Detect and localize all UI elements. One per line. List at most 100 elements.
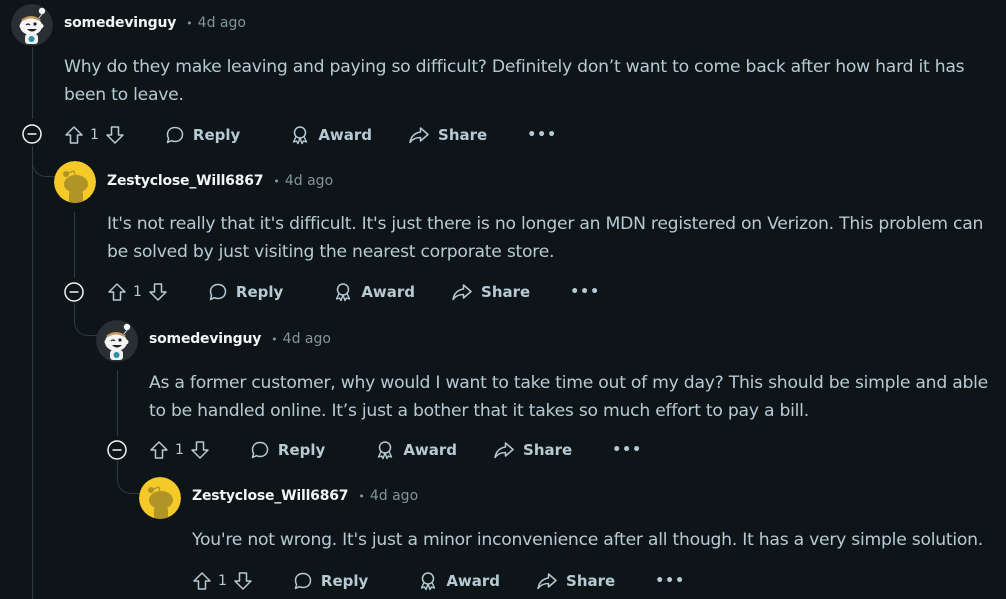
vote-group: 1 — [192, 571, 253, 591]
award-button[interactable]: Award — [290, 125, 372, 145]
author-name[interactable]: somedevinguy — [64, 15, 176, 31]
snoo-avatar-icon — [11, 4, 53, 46]
share-label: Share — [481, 283, 531, 301]
avatar[interactable] — [11, 4, 53, 46]
award-label: Award — [403, 441, 458, 459]
separator: • — [273, 174, 280, 188]
comment-meta: somedevinguy • 4d ago — [64, 15, 246, 31]
thread-line[interactable] — [32, 47, 33, 119]
share-button[interactable]: Share — [493, 440, 572, 460]
award-label: Award — [361, 283, 416, 301]
comment-line: You're not wrong. It's just a minor inco… — [192, 530, 984, 550]
reply-label: Reply — [235, 283, 284, 301]
thread-connector — [32, 146, 55, 177]
award-icon — [378, 441, 393, 460]
award-icon — [336, 283, 351, 302]
vote-group: 1 — [107, 282, 168, 302]
separator: • — [186, 16, 193, 30]
thread-connector — [117, 461, 140, 494]
upvote-icon[interactable] — [107, 282, 127, 302]
award-icon — [293, 126, 308, 145]
collapse-thread-icon[interactable] — [22, 124, 42, 144]
author-name[interactable]: Zestyclose_Will6867 — [107, 173, 264, 189]
share-button[interactable]: Share — [536, 571, 615, 591]
comment-bubble-icon — [209, 283, 227, 301]
thread-line[interactable] — [74, 212, 75, 278]
vote-count: 1 — [90, 127, 99, 143]
reply-label: Reply — [320, 572, 369, 590]
award-label: Award — [446, 572, 501, 590]
comment-meta: Zestyclose_Will6867 • 4d ago — [107, 173, 333, 189]
author-name[interactable]: Zestyclose_Will6867 — [192, 488, 349, 504]
comment-bubble-icon — [251, 441, 269, 459]
comment-actions: 1 Reply Award Share ••• — [107, 279, 600, 305]
more-options-button[interactable]: ••• — [612, 442, 642, 458]
comment-line: Why do they make leaving and paying so d… — [64, 57, 965, 77]
vote-count: 1 — [175, 442, 184, 458]
comment-body: You're not wrong. It's just a minor inco… — [192, 527, 983, 555]
thread-line[interactable] — [32, 146, 33, 599]
comment-actions: 1 Reply Award Share ••• — [192, 568, 685, 594]
vote-group: 1 — [149, 440, 210, 460]
comment-body: It's not really that it's difficult. It'… — [107, 211, 983, 266]
more-options-button[interactable]: ••• — [655, 573, 685, 589]
downvote-icon[interactable] — [233, 571, 253, 591]
vote-group: 1 — [64, 125, 125, 145]
share-button[interactable]: Share — [451, 282, 530, 302]
upvote-icon[interactable] — [149, 440, 169, 460]
timestamp[interactable]: 4d ago — [285, 173, 333, 189]
upvote-icon[interactable] — [192, 571, 212, 591]
comment-meta: somedevinguy • 4d ago — [149, 331, 331, 347]
share-icon — [409, 127, 429, 144]
more-options-button[interactable]: ••• — [527, 127, 557, 143]
comment-actions: 1 Reply Award Share ••• — [149, 437, 642, 463]
collapse-thread-icon[interactable] — [64, 282, 84, 302]
reply-button[interactable]: Reply — [250, 440, 325, 460]
reply-label: Reply — [277, 441, 326, 459]
share-button[interactable]: Share — [408, 125, 487, 145]
upvote-icon[interactable] — [64, 125, 84, 145]
author-name[interactable]: somedevinguy — [149, 331, 261, 347]
share-label: Share — [566, 572, 616, 590]
vote-count: 1 — [133, 284, 142, 300]
comment-body: Why do they make leaving and paying so d… — [64, 54, 965, 109]
thread-connector — [74, 303, 97, 336]
award-icon — [421, 572, 436, 591]
separator: • — [271, 332, 278, 346]
comment-line: It's not really that it's difficult. It'… — [107, 214, 984, 234]
share-label: Share — [438, 126, 488, 144]
comment-line: been to leave. — [64, 84, 184, 105]
thread-line[interactable] — [117, 370, 118, 436]
award-button[interactable]: Award — [418, 571, 500, 591]
share-icon — [537, 573, 557, 590]
avatar[interactable] — [54, 161, 96, 203]
share-label: Share — [523, 441, 573, 459]
reply-button[interactable]: Reply — [208, 282, 283, 302]
comment-line: As a former customer, why would I want t… — [149, 373, 988, 393]
award-button[interactable]: Award — [375, 440, 457, 460]
more-options-icon: ••• — [570, 284, 601, 300]
reply-button[interactable]: Reply — [165, 125, 240, 145]
avatar[interactable] — [96, 320, 138, 362]
separator: • — [358, 489, 365, 503]
award-button[interactable]: Award — [333, 282, 415, 302]
timestamp[interactable]: 4d ago — [283, 331, 331, 347]
more-options-icon: ••• — [612, 442, 643, 458]
downvote-icon[interactable] — [148, 282, 168, 302]
collapse-thread-icon[interactable] — [107, 440, 127, 460]
comment-line: be solved by just visiting the nearest c… — [107, 241, 555, 262]
reply-label: Reply — [192, 126, 241, 144]
comment-body: As a former customer, why would I want t… — [149, 370, 988, 425]
downvote-icon[interactable] — [105, 125, 125, 145]
comment-bubble-icon — [166, 126, 184, 144]
more-options-icon: ••• — [655, 573, 686, 589]
timestamp[interactable]: 4d ago — [370, 488, 418, 504]
snoo-avatar-icon — [139, 477, 181, 519]
more-options-button[interactable]: ••• — [570, 284, 600, 300]
snoo-avatar-icon — [96, 320, 138, 362]
downvote-icon[interactable] — [190, 440, 210, 460]
avatar[interactable] — [139, 477, 181, 519]
reply-button[interactable]: Reply — [293, 571, 368, 591]
snoo-avatar-icon — [54, 161, 96, 203]
timestamp[interactable]: 4d ago — [198, 15, 246, 31]
